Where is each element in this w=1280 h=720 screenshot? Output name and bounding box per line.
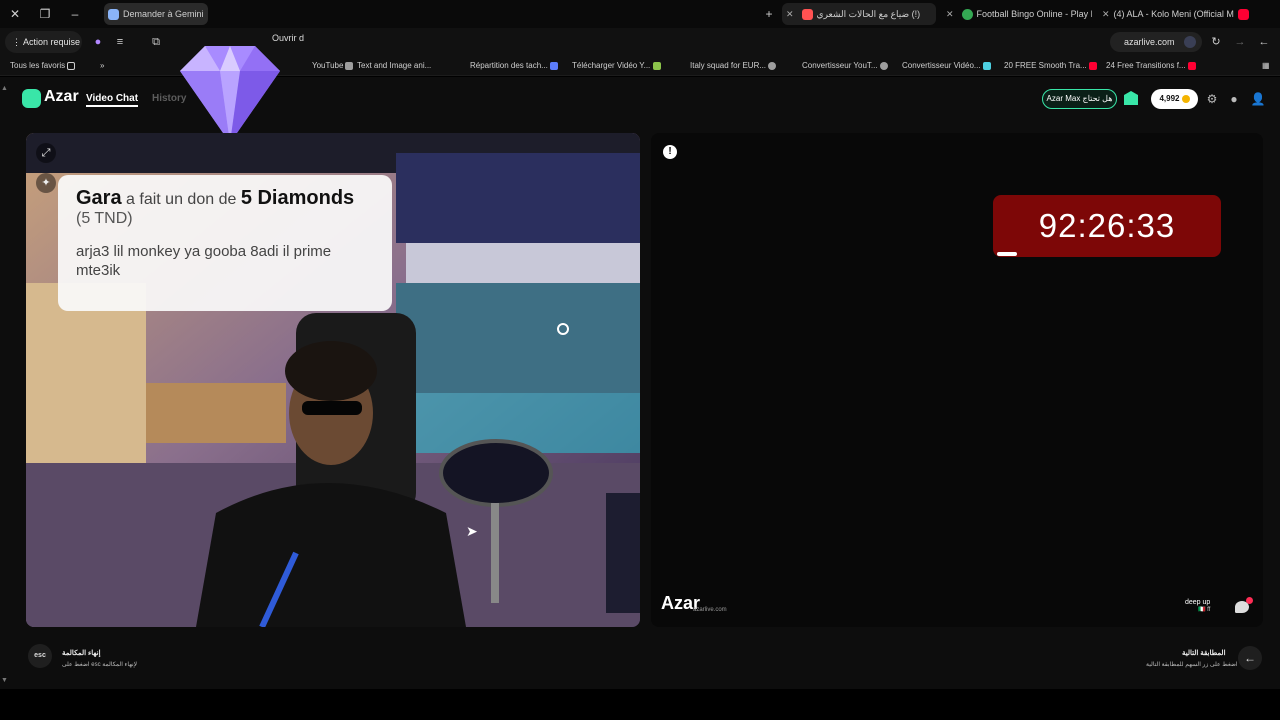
gift-message: arja3 lil monkey ya gooba 8adi il prime … — [76, 243, 332, 279]
restore-window-icon[interactable]: ❐ — [36, 5, 54, 23]
minimize-window-icon[interactable]: – — [66, 5, 84, 23]
my-video: ! 92:26:33 Azar azarlive.com deep up 🇮🇹 … — [651, 133, 1263, 627]
bookmark-icon — [768, 61, 777, 70]
action-required-button[interactable]: ⋮ Action requise — [5, 31, 82, 53]
close-window-icon[interactable]: ✕ — [6, 5, 24, 23]
tab-favicon-icon — [801, 9, 813, 21]
mouse-cursor-icon: ➤ — [466, 523, 478, 539]
next-match-hint-subtitle: اضغط على زر السهم للمطابقة التالية — [1146, 662, 1238, 668]
partner-user-tag[interactable]: deep up 🇮🇹 ff — [1185, 599, 1210, 613]
apps-grid-icon[interactable]: ▦ — [1262, 59, 1270, 73]
coin-balance[interactable]: 4,992 — [1151, 89, 1198, 109]
tab-active[interactable]: ✕ ضياع مع الحالات الشعري (!) — [782, 3, 936, 25]
bookmark-telecharger[interactable]: Télécharger Vidéo Y... — [572, 59, 665, 73]
profile-icon[interactable]: ● — [90, 34, 106, 50]
back-icon[interactable]: ← — [1256, 34, 1272, 50]
chevron-more-icon[interactable]: » — [100, 59, 104, 73]
bookmark-repartition[interactable]: Répartition des tach... — [470, 59, 562, 73]
shop-icon[interactable] — [1120, 89, 1142, 109]
record-indicator-icon — [557, 323, 569, 335]
magic-effects-icon[interactable]: ✦ — [36, 173, 56, 193]
forward-icon[interactable]: → — [1232, 34, 1248, 50]
next-match-hint-title: المطابقة التالية — [1182, 650, 1226, 657]
gift-headline: Gara a fait un don de 5 Diamonds — [76, 187, 355, 209]
bookmark-free-transitions[interactable]: 20 FREE Smooth Tra... — [1004, 59, 1101, 73]
folder-icon — [67, 61, 76, 70]
tab-football-bingo[interactable]: ✕ Football Bingo Online - Play N — [942, 3, 1092, 25]
bookmark-convertisseur-video[interactable]: Convertisseur Vidéo... — [902, 59, 995, 73]
notification-bell-icon[interactable]: ● — [1226, 91, 1242, 107]
settings-gear-icon[interactable]: ⚙ — [1204, 91, 1220, 107]
bookmark-icon — [982, 61, 991, 70]
tab-gemini[interactable]: Demander à Gemini — [104, 3, 208, 25]
notification-badge — [1246, 597, 1253, 604]
bookmark-24-transitions[interactable]: 24 Free Transitions f... — [1106, 59, 1200, 73]
scroll-up-icon[interactable]: ▲ — [1, 85, 8, 92]
partner-video: ⤢ ✦ Gara a fait un don de 5 Diamonds (5 … — [26, 133, 640, 627]
site-info-icon[interactable] — [1184, 36, 1196, 48]
gemini-icon — [108, 9, 119, 21]
bookmark-italy-squad[interactable]: Italy squad for EUR... — [690, 59, 780, 73]
watermark-url: azarlive.com — [693, 607, 727, 613]
tab-search-icon[interactable]: ≡ — [112, 34, 128, 50]
tab-favicon-icon — [961, 9, 973, 21]
bookmark-icon — [652, 61, 661, 70]
profile-avatar-icon[interactable]: 👤 — [1250, 91, 1266, 107]
bookmark-youtube[interactable]: YouTube — [312, 59, 343, 73]
timer-progress-bar — [997, 252, 1017, 256]
coin-icon — [1181, 94, 1190, 103]
gift-sender: Gara — [76, 187, 122, 209]
youtube-icon — [1237, 9, 1249, 21]
bookmark-convertisseur-yt[interactable]: Convertisseur YouT... — [802, 59, 892, 73]
close-tab-icon[interactable]: ✕ — [946, 3, 954, 25]
end-call-hint-subtitle: اضغط على esc لإنهاء المكالمة — [62, 662, 138, 668]
address-bar[interactable]: azarlive.com — [1110, 32, 1202, 52]
bookmark-text-image[interactable]: Text and Image ani... — [345, 59, 431, 73]
new-tab-button[interactable]: + — [760, 5, 778, 23]
bookmark-icon — [879, 61, 888, 70]
bottom-letterbox — [0, 689, 1280, 720]
gift-notification: Gara a fait un don de 5 Diamonds (5 TND)… — [58, 175, 392, 311]
youtube-icon — [1088, 61, 1097, 70]
end-call-hint-title: إنهاء المكالمة — [62, 650, 101, 657]
bookmark-all-favorites[interactable]: Tous les favoris — [10, 59, 79, 73]
reload-icon[interactable]: ↻ — [1208, 34, 1224, 50]
scroll-down-icon[interactable]: ▼ — [1, 677, 8, 684]
gift-item: 5 Diamonds — [240, 187, 355, 209]
bookmark-icon — [345, 61, 353, 70]
countdown-timer: 92:26:33 — [993, 195, 1221, 257]
tab-video-chat[interactable]: Video Chat — [86, 93, 139, 107]
end-call-button[interactable]: esc — [28, 644, 52, 668]
azar-max-button[interactable]: Azar Max هل تحتاج — [1042, 89, 1117, 109]
logo-bubble-icon — [22, 89, 41, 108]
chat-bubble-icon[interactable] — [1235, 597, 1253, 613]
report-icon[interactable]: ! — [663, 145, 677, 159]
azar-logo[interactable]: Azar — [22, 88, 79, 108]
browser-tab-strip: ✕ ❐ – Demander à Gemini + ✕ ضياع مع الحال… — [0, 0, 1280, 28]
close-tab-icon[interactable]: ✕ — [786, 3, 794, 25]
close-tab-icon[interactable]: ✕ — [1102, 3, 1110, 25]
next-match-arrow-icon[interactable]: ← — [1238, 646, 1262, 670]
azar-page: ▲ ▼ Azar Video Chat History Azar Max هل … — [0, 46, 1280, 689]
tab-youtube-ala[interactable]: ✕ (4) ALA - Kolo Meni (Official M — [1098, 3, 1258, 25]
bookmark-icon — [550, 61, 559, 70]
expand-icon[interactable]: ⤢ — [36, 143, 56, 163]
youtube-icon — [1187, 61, 1196, 70]
gift-price: (5 TND) — [76, 210, 133, 227]
